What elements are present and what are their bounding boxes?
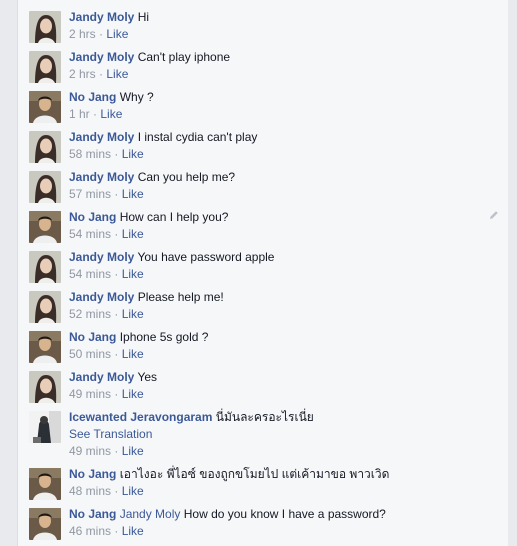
pencil-icon[interactable] — [488, 209, 500, 221]
comment-text: I instal cydia can't play — [137, 130, 258, 144]
comment-text: Please help me! — [137, 290, 224, 304]
like-link[interactable]: Like — [122, 387, 144, 401]
avatar-jandy-moly[interactable] — [29, 291, 61, 323]
comment-time[interactable]: 2 hrs — [69, 67, 96, 81]
comment-text: นี่มันละครอะไรเนี่ย — [215, 410, 314, 424]
comment-time[interactable]: 50 mins — [69, 347, 111, 361]
comment-author[interactable]: No Jang — [69, 330, 116, 344]
comment-time[interactable]: 1 hr — [69, 107, 90, 121]
avatar-no-jang[interactable] — [29, 211, 61, 243]
comment-text: Why ? — [119, 90, 154, 104]
avatar-no-jang[interactable] — [29, 331, 61, 363]
comment-time[interactable]: 58 mins — [69, 147, 111, 161]
comment-author[interactable]: Jandy Moly — [69, 10, 134, 24]
comment-author[interactable]: Jandy Moly — [69, 370, 134, 384]
separator: · — [114, 147, 119, 161]
separator: · — [114, 347, 119, 361]
comment-text: You have password apple — [137, 250, 275, 264]
comment-text: How can I help you? — [119, 210, 229, 224]
avatar-icewanted-jeravongaram[interactable] — [29, 411, 61, 443]
like-link[interactable]: Like — [122, 524, 144, 538]
comment-time[interactable]: 52 mins — [69, 307, 111, 321]
avatar-no-jang[interactable] — [29, 91, 61, 123]
see-translation-link[interactable]: See Translation — [69, 427, 152, 441]
mention-tag[interactable]: Jandy Moly — [120, 507, 181, 521]
comment-text: Iphone 5s gold ? — [119, 330, 209, 344]
comment-author[interactable]: No Jang — [69, 90, 116, 104]
like-link[interactable]: Like — [100, 107, 122, 121]
avatar-no-jang[interactable] — [29, 468, 61, 500]
comment-time[interactable]: 46 mins — [69, 524, 111, 538]
like-link[interactable]: Like — [106, 27, 128, 41]
like-link[interactable]: Like — [122, 227, 144, 241]
avatar-jandy-moly[interactable] — [29, 131, 61, 163]
comment-text: How do you know I have a password? — [183, 507, 386, 521]
comment-text: Hi — [137, 10, 150, 24]
separator: · — [114, 187, 119, 201]
comment-author[interactable]: Jandy Moly — [69, 50, 134, 64]
comment-author[interactable]: No Jang — [69, 467, 116, 481]
comment-text: เอาไงอะ พี่ไอซ์ ของถูกขโมยไป แต่เค้ามาขอ… — [119, 467, 390, 481]
separator: · — [114, 267, 119, 281]
comment-time[interactable]: 48 mins — [69, 484, 111, 498]
avatar-jandy-moly[interactable] — [29, 251, 61, 283]
comment-time[interactable]: 2 hrs — [69, 27, 96, 41]
comment-time[interactable]: 54 mins — [69, 267, 111, 281]
separator: · — [114, 444, 119, 458]
comment-author[interactable]: Jandy Moly — [69, 130, 134, 144]
avatar-no-jang[interactable] — [29, 508, 61, 540]
separator: · — [114, 524, 119, 538]
like-link[interactable]: Like — [122, 267, 144, 281]
separator: · — [114, 484, 119, 498]
like-link[interactable]: Like — [122, 444, 144, 458]
comment-author[interactable]: Jandy Moly — [69, 290, 134, 304]
like-link[interactable]: Like — [122, 347, 144, 361]
like-link[interactable]: Like — [122, 307, 144, 321]
avatar-jandy-moly[interactable] — [29, 51, 61, 83]
like-link[interactable]: Like — [122, 187, 144, 201]
comment-author[interactable]: Jandy Moly — [69, 170, 134, 184]
comment-author[interactable]: Icewanted Jeravongaram — [69, 410, 212, 424]
like-link[interactable]: Like — [106, 67, 128, 81]
comment-time[interactable]: 49 mins — [69, 444, 111, 458]
avatar-jandy-moly[interactable] — [29, 11, 61, 43]
comment-time[interactable]: 57 mins — [69, 187, 111, 201]
avatar-jandy-moly[interactable] — [29, 371, 61, 403]
comment-author[interactable]: No Jang — [69, 507, 116, 521]
comment-text: Yes — [137, 370, 158, 384]
comment-author[interactable]: No Jang — [69, 210, 116, 224]
avatar-jandy-moly[interactable] — [29, 171, 61, 203]
comment-text: Can you help me? — [137, 170, 236, 184]
separator: · — [99, 67, 104, 81]
comment-author[interactable]: Jandy Moly — [69, 250, 134, 264]
like-link[interactable]: Like — [122, 484, 144, 498]
separator: · — [93, 107, 98, 121]
separator: · — [99, 27, 104, 41]
comments-panel: Jandy Moly Hi 2 hrs · Like Jandy Moly Ca… — [17, 0, 508, 546]
comment-time[interactable]: 54 mins — [69, 227, 111, 241]
separator: · — [114, 307, 119, 321]
comment-text: Can't play iphone — [137, 50, 231, 64]
comment-time[interactable]: 49 mins — [69, 387, 111, 401]
separator: · — [114, 227, 119, 241]
separator: · — [114, 387, 119, 401]
like-link[interactable]: Like — [122, 147, 144, 161]
